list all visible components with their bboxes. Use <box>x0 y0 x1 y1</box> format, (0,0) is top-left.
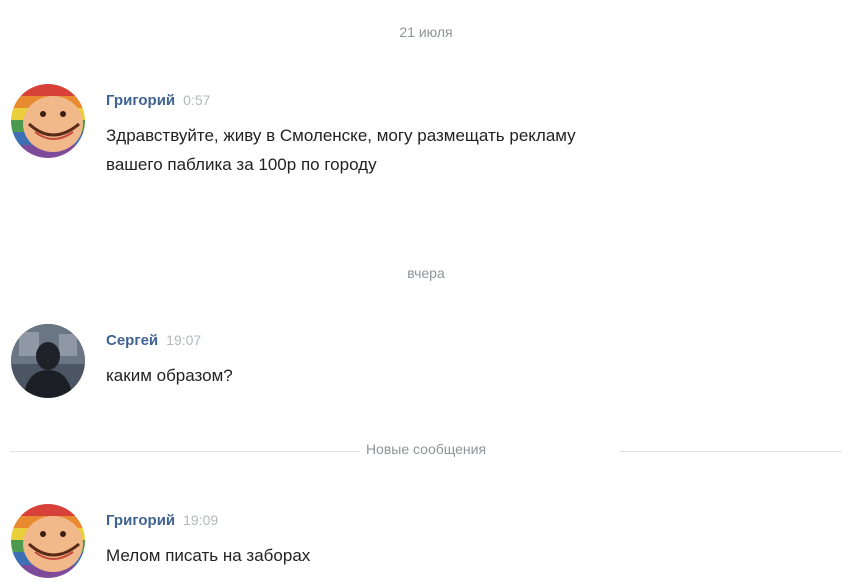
author-name[interactable]: Сергей <box>106 332 158 349</box>
message-text: Здравствуйте, живу в Смоленске, могу раз… <box>106 121 576 179</box>
avatar[interactable] <box>11 324 85 398</box>
author-name[interactable]: Григорий <box>106 512 175 529</box>
date-separator: 21 июля <box>399 24 453 40</box>
author-name[interactable]: Григорий <box>106 92 175 109</box>
message-header: Сергей 19:07 <box>106 332 201 350</box>
person-silhouette-avatar-icon <box>11 324 85 398</box>
rainbow-smile-avatar-icon <box>11 84 85 158</box>
message-line: Мелом писать на заборах <box>106 546 311 565</box>
message-time: 19:07 <box>166 332 202 348</box>
message-line: вашего паблика за 100р по городу <box>106 155 377 174</box>
message-header: Григорий 19:09 <box>106 512 218 530</box>
message-line: Здравствуйте, живу в Смоленске, могу раз… <box>106 126 576 145</box>
new-messages-separator: Новые сообщения <box>0 437 852 465</box>
date-separator: вчера <box>407 265 445 281</box>
rainbow-smile-avatar-icon <box>11 504 85 578</box>
message-line: каким образом? <box>106 366 233 385</box>
message-text: каким образом? <box>106 361 233 390</box>
message-text: Мелом писать на заборах <box>106 541 310 570</box>
message-time: 0:57 <box>183 92 211 108</box>
avatar[interactable] <box>11 504 85 578</box>
message-time: 19:09 <box>183 512 219 528</box>
new-messages-label: Новые сообщения <box>365 441 487 457</box>
message-header: Григорий 0:57 <box>106 92 210 110</box>
avatar[interactable] <box>11 84 85 158</box>
